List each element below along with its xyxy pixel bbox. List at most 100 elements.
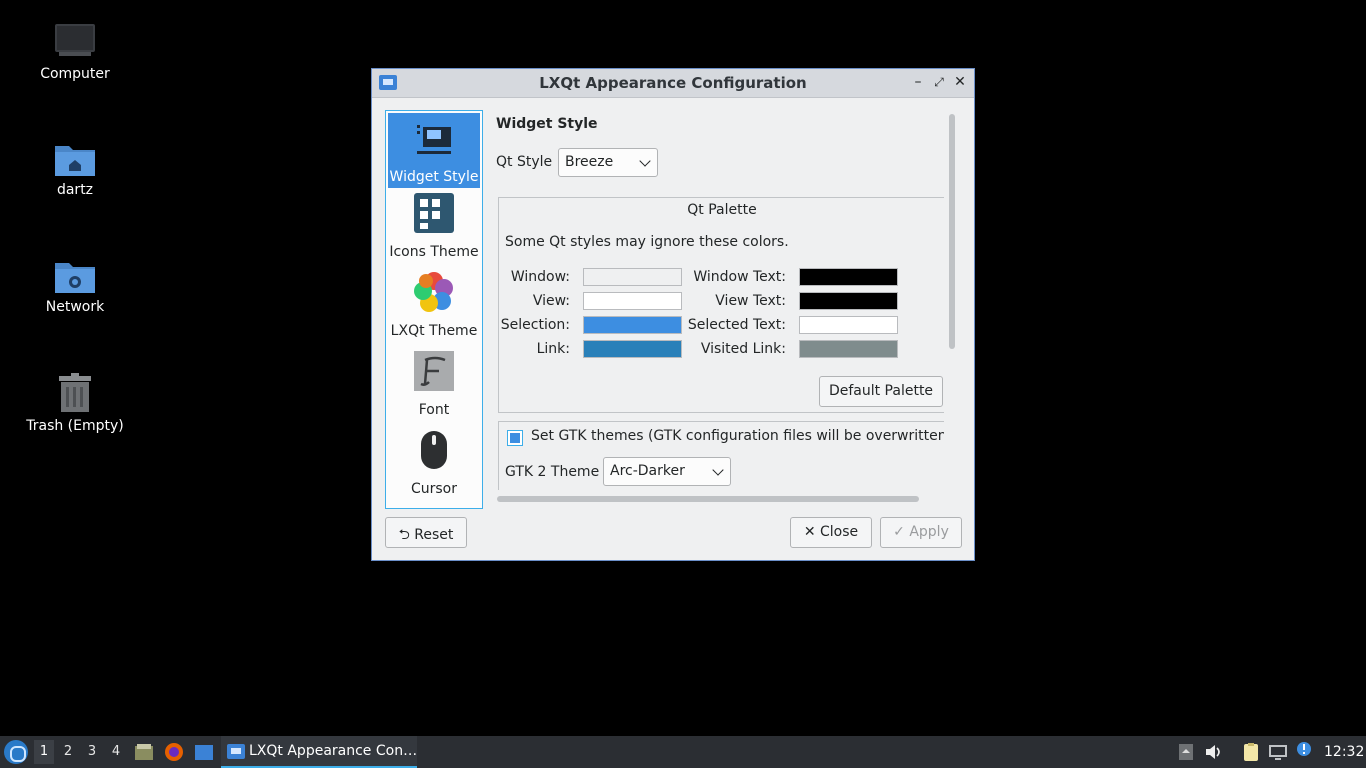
check-icon: ✓ [893,524,905,540]
icons-theme-icon [414,193,454,233]
computer-icon [55,24,95,56]
clock[interactable]: 12:32 [1324,744,1364,760]
link-color-label: Link: [536,341,570,357]
network-folder-icon [55,263,95,293]
sidebar-item-label: Widget Style [389,169,479,185]
close-button-label: Close [820,524,859,540]
workspace-3[interactable]: 3 [82,744,102,759]
chevron-down-icon [639,155,651,167]
sidebar-item-label: LXQt Theme [390,323,478,339]
maximize-button[interactable]: ⤢ [930,73,948,91]
network-icon[interactable] [1268,742,1288,762]
horizontal-scrollbar[interactable] [497,496,919,502]
category-sidebar: Widget Style Icons Theme LXQt Theme Font… [385,110,483,509]
palette-note: Some Qt styles may ignore these colors. [505,234,789,250]
window-titlebar[interactable]: LXQt Appearance Configuration – ⤢ ✕ [372,69,974,98]
app-icon [227,744,245,759]
apply-button[interactable]: ✓ Apply [880,517,962,548]
desktop-icon-label: Trash (Empty) [26,418,124,434]
selected-text-color-swatch[interactable] [799,316,898,334]
qt-style-select[interactable]: Breeze [558,148,658,177]
window-color-swatch[interactable] [583,268,682,286]
sidebar-item-label: Cursor [410,481,458,497]
desktop-icon-label: Network [45,299,105,315]
clipboard-icon[interactable] [1241,742,1261,762]
desktop-icon-network[interactable]: Network [20,257,130,315]
reset-button-label: Reset [414,527,454,543]
show-desktop-icon[interactable] [194,742,214,762]
set-gtk-themes-checkbox[interactable] [507,430,523,446]
close-button[interactable]: ✕ Close [790,517,872,548]
gtk2-theme-select[interactable]: Arc-Darker [603,457,731,486]
taskbar: 1 2 3 4 LXQt Appearance Con… 12:32 [0,736,1366,768]
palette-row: Window: Window Text: [499,268,944,288]
settings-content: Widget Style Qt Style Breeze Qt Palette … [496,110,944,490]
cursor-icon [421,431,447,469]
vertical-scrollbar[interactable] [949,114,955,349]
reset-button[interactable]: ⮌ Reset [385,517,467,548]
volume-icon[interactable] [1204,742,1224,762]
sidebar-item-label: Font [418,402,450,418]
undo-icon: ⮌ [398,527,410,543]
selection-color-label: Selection: [500,317,570,333]
gtk2-theme-value: Arc-Darker [610,463,685,479]
palette-title: Qt Palette [687,202,757,218]
palette-row: View: View Text: [499,292,944,312]
file-manager-icon[interactable] [134,742,154,762]
window-text-color-swatch[interactable] [799,268,898,286]
widget-style-icon [417,125,451,154]
selection-color-swatch[interactable] [583,316,682,334]
qt-style-label: Qt Style [496,154,553,170]
default-palette-button[interactable]: Default Palette [819,376,943,407]
task-label: LXQt Appearance Con… [249,743,418,759]
view-color-swatch[interactable] [583,292,682,310]
palette-row: Selection: Selected Text: [499,316,944,336]
workspace-2[interactable]: 2 [58,744,78,759]
close-icon: ✕ [803,524,816,540]
view-color-label: View: [532,293,570,309]
notification-icon[interactable] [1294,740,1314,760]
qt-palette-group: Qt Palette Some Qt styles may ignore the… [498,197,944,413]
apply-button-label: Apply [909,524,949,540]
chevron-down-icon [712,464,724,476]
start-menu-button[interactable] [4,740,28,764]
qt-style-value: Breeze [565,154,614,170]
desktop-icon-label: Computer [40,66,110,82]
visited-link-color-label: Visited Link: [700,341,786,357]
task-appearance-config[interactable]: LXQt Appearance Con… [221,736,417,768]
home-folder-icon [55,146,95,176]
minimize-button[interactable]: – [909,73,927,91]
firefox-icon[interactable] [164,742,184,762]
gtk2-theme-label: GTK 2 Theme [505,464,600,480]
desktop-icon-computer[interactable]: Computer [20,22,130,82]
view-text-color-label: View Text: [715,293,786,309]
lxqt-theme-icon [414,272,453,312]
section-heading: Widget Style [496,116,598,132]
appearance-config-window: LXQt Appearance Configuration – ⤢ ✕ Widg… [371,68,975,561]
palette-row: Link: Visited Link: [499,340,944,360]
window-color-label: Window: [510,269,570,285]
trash-icon [59,373,91,412]
window-text-color-label: Window Text: [693,269,786,285]
set-gtk-themes-label: Set GTK themes (GTK configuration files … [531,428,944,444]
eject-icon[interactable] [1176,742,1196,762]
window-title: LXQt Appearance Configuration [539,74,807,92]
sidebar-item-widget-style[interactable]: Widget Style [388,113,480,188]
sidebar-item-label: Icons Theme [389,244,479,260]
visited-link-color-swatch[interactable] [799,340,898,358]
sidebar-item-cursor[interactable]: Cursor [386,425,482,504]
sidebar-item-font[interactable]: Font [386,346,482,425]
selected-text-color-label: Selected Text: [687,317,786,333]
sidebar-item-icons-theme[interactable]: Icons Theme [386,188,482,267]
desktop-icon-home[interactable]: dartz [20,140,130,198]
workspace-1[interactable]: 1 [34,740,54,764]
desktop-icon-label: dartz [56,182,94,198]
font-icon [414,351,454,391]
view-text-color-swatch[interactable] [799,292,898,310]
workspace-4[interactable]: 4 [106,744,126,759]
gtk-theme-group: Set GTK themes (GTK configuration files … [498,421,944,490]
link-color-swatch[interactable] [583,340,682,358]
desktop-icon-trash[interactable]: Trash (Empty) [20,372,130,434]
sidebar-item-lxqt-theme[interactable]: LXQt Theme [386,267,482,346]
close-window-button[interactable]: ✕ [951,73,969,91]
